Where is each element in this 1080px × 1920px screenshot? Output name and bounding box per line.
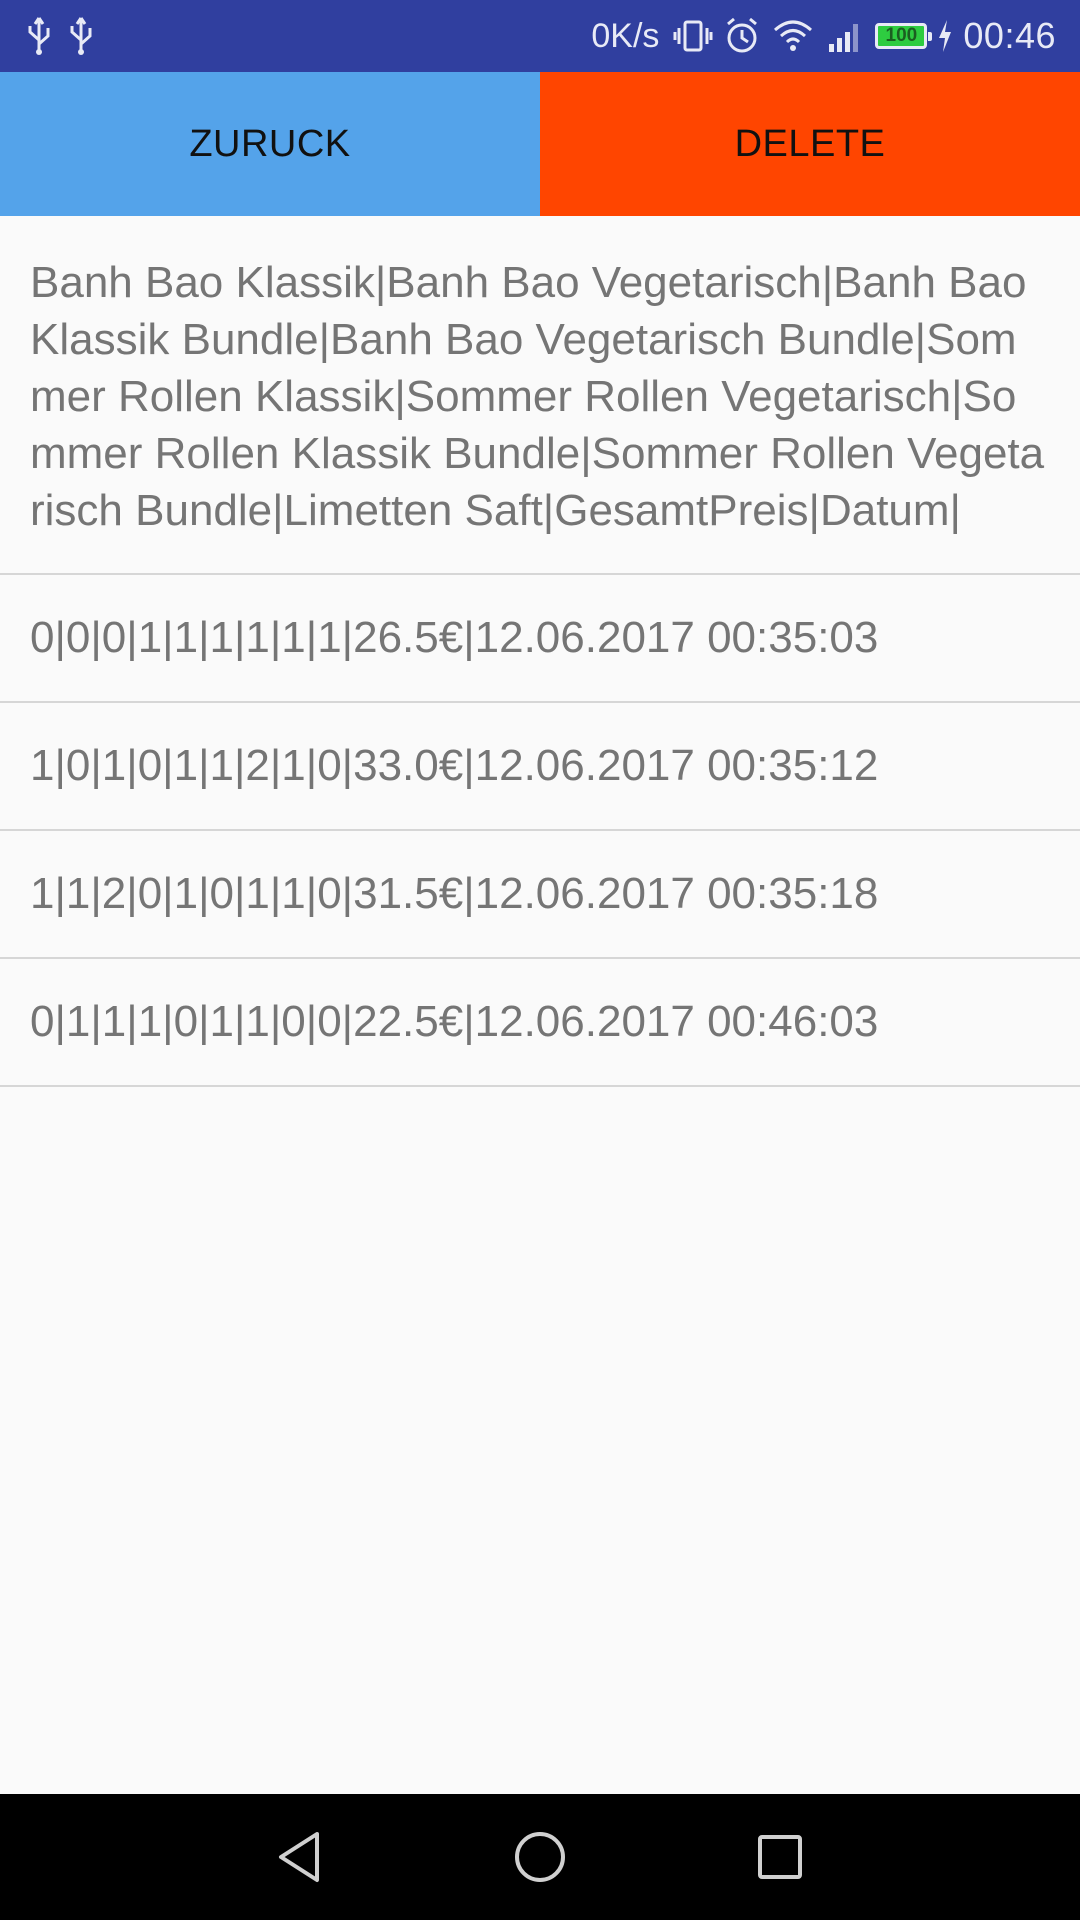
alarm-icon <box>723 16 761 56</box>
usb-icon <box>68 16 94 56</box>
list-item[interactable]: 1|1|2|0|1|0|1|1|0|31.5€|12.06.2017 00:35… <box>0 831 1080 959</box>
status-bar: 0K/s 100 00:46 <box>0 0 1080 72</box>
usb-icon <box>26 16 52 56</box>
status-left <box>26 0 94 72</box>
back-icon[interactable] <box>270 1827 330 1887</box>
net-speed: 0K/s <box>591 16 660 55</box>
list-item[interactable]: 0|0|0|1|1|1|1|1|1|26.5€|12.06.2017 00:35… <box>0 575 1080 703</box>
status-right: 0K/s 100 00:46 <box>591 0 1056 72</box>
clock: 00:46 <box>963 15 1056 56</box>
orders-list[interactable]: Banh Bao Klassik|Banh Bao Vegetarisch|Ba… <box>0 216 1080 1087</box>
signal-icon <box>825 16 865 56</box>
charging-icon <box>937 18 953 54</box>
battery-icon: 100 <box>875 23 933 49</box>
battery-level: 100 <box>885 25 918 46</box>
vibrate-icon <box>673 16 713 56</box>
recents-icon[interactable] <box>750 1827 810 1887</box>
delete-button[interactable]: DELETE <box>540 72 1080 216</box>
wifi-icon <box>771 16 815 56</box>
navigation-bar <box>0 1794 1080 1920</box>
back-button[interactable]: ZURUCK <box>0 72 540 216</box>
button-row: ZURUCK DELETE <box>0 72 1080 216</box>
home-icon[interactable] <box>510 1827 570 1887</box>
list-header-item[interactable]: Banh Bao Klassik|Banh Bao Vegetarisch|Ba… <box>0 216 1080 575</box>
list-item[interactable]: 1|0|1|0|1|1|2|1|0|33.0€|12.06.2017 00:35… <box>0 703 1080 831</box>
list-item[interactable]: 0|1|1|1|0|1|1|0|0|22.5€|12.06.2017 00:46… <box>0 959 1080 1087</box>
